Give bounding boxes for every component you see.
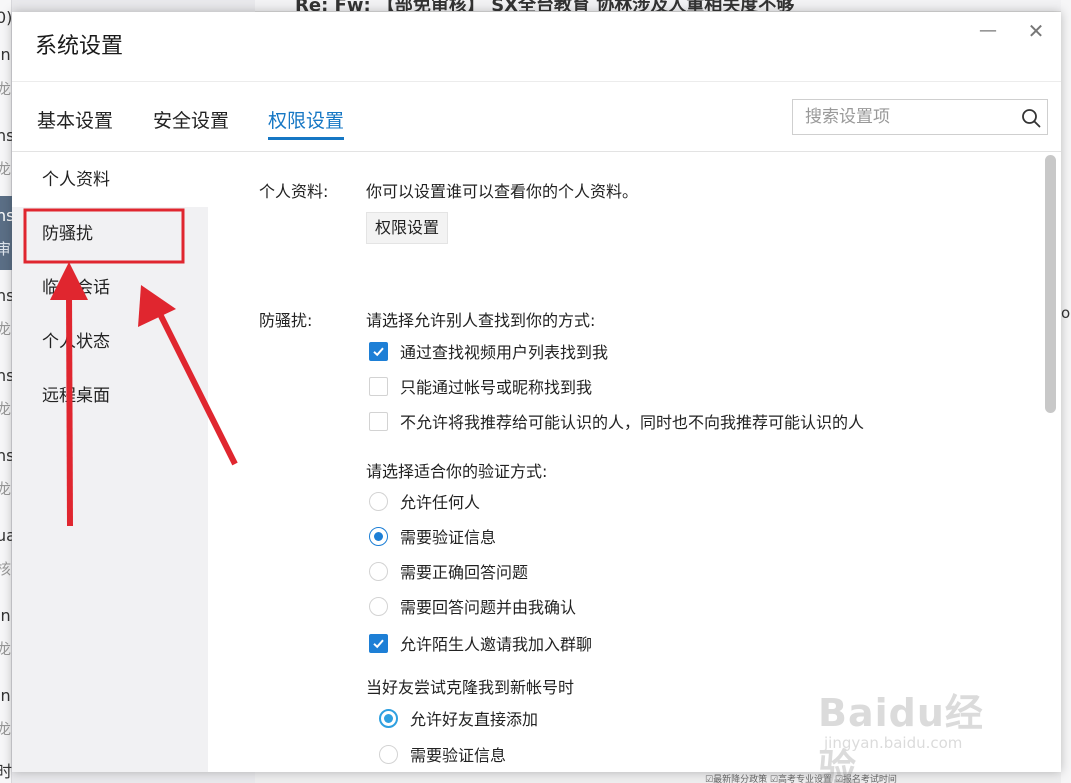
background-window-title-strip: Re: Fw: 【部免审核】 SX全台教育 协林涉及人重相关度不够 — [255, 0, 1071, 12]
checkbox-checked[interactable] — [369, 633, 388, 653]
find-option-account-only[interactable]: 只能通过帐号或昵称找到我 — [369, 373, 592, 399]
background-window-left-edge: 0) in 龙 ns 龙 ns 审 ns 龙 ns 龙 ns 龙 ua 核 in… — [0, 0, 12, 783]
background-text: 龙 — [0, 400, 12, 418]
radio-selected[interactable] — [369, 526, 388, 546]
title-bar: 系统设置 — ✕ — [12, 12, 1061, 82]
sidebar-item-anti-harassment[interactable]: 防骚扰 — [12, 207, 208, 261]
background-text: 龙 — [0, 160, 12, 178]
tab-permission-settings[interactable]: 权限设置 — [268, 106, 345, 140]
option-label: 需要验证信息 — [400, 528, 497, 547]
radio-unselected[interactable] — [369, 491, 388, 511]
checkbox-unchecked[interactable] — [369, 411, 388, 431]
group-invite-option[interactable]: 允许陌生人邀请我加入群聊 — [369, 630, 592, 656]
background-text: 核 — [0, 560, 12, 578]
find-option-no-recommend[interactable]: 不允许将我推荐给可能认识的人，同时也不向我推荐可能认识的人 — [369, 408, 864, 434]
verify-option-correct-answer[interactable]: 需要正确回答问题 — [369, 558, 528, 584]
clone-prompt: 当好友尝试克隆我到新帐号时 — [366, 678, 575, 697]
background-text: 审 — [0, 240, 12, 258]
background-text: o.c — [1061, 304, 1071, 322]
search-input[interactable] — [793, 100, 1013, 134]
settings-sidebar: 个人资料 防骚扰 临时会话 个人状态 远程桌面 — [12, 153, 208, 772]
close-button[interactable]: ✕ — [1022, 18, 1050, 46]
background-text: 龙 — [0, 80, 12, 98]
verify-method-prompt: 请选择适合你的验证方式: — [366, 462, 548, 481]
sidebar-item-remote-desktop[interactable]: 远程桌面 — [12, 369, 208, 423]
watermark-brand: Baidu经验 — [818, 691, 984, 783]
radio-selected[interactable] — [379, 708, 398, 728]
background-text: 龙 — [0, 320, 12, 338]
minimize-button[interactable]: — — [974, 18, 1002, 46]
background-text: in — [0, 686, 11, 705]
watermark-url: jingyan.baidu.com — [824, 734, 963, 752]
background-text: ns — [0, 366, 12, 385]
background-title: Re: Fw: 【部免审核】 SX全台教育 协林涉及人重相关度不够 — [295, 0, 795, 12]
baidu-watermark: Baidu经验 jingyan.baidu.com — [818, 668, 1018, 783]
option-label: 需要正确回答问题 — [400, 563, 529, 582]
background-text: 0) — [0, 8, 12, 27]
find-method-prompt: 请选择允许别人查找到你的方式: — [366, 311, 596, 330]
content-scrollbar[interactable] — [1045, 155, 1056, 413]
background-text: ns — [0, 126, 12, 145]
option-label: 允许好友直接添加 — [410, 710, 539, 729]
background-text: 龙 — [0, 640, 12, 658]
radio-unselected[interactable] — [369, 596, 388, 616]
background-text: ns — [0, 286, 12, 305]
checkbox-unchecked[interactable] — [369, 376, 388, 396]
profile-section-label: 个人资料: — [259, 182, 329, 201]
tab-basic-settings[interactable]: 基本设置 — [37, 106, 113, 140]
background-text: 龙 — [0, 480, 12, 498]
option-label: 允许任何人 — [400, 493, 481, 512]
search-box — [792, 99, 1048, 135]
permission-settings-button[interactable]: 权限设置 — [366, 212, 449, 244]
background-text: ns — [0, 446, 12, 465]
background-window-right-edge: o.c — [1061, 0, 1071, 783]
sidebar-item-profile[interactable]: 个人资料 — [12, 153, 208, 207]
radio-unselected[interactable] — [379, 744, 398, 764]
verify-option-anyone[interactable]: 允许任何人 — [369, 488, 480, 514]
verify-option-answer-confirm[interactable]: 需要回答问题并由我确认 — [369, 593, 576, 619]
option-label: 需要验证信息 — [410, 746, 507, 765]
clone-option-verify[interactable]: 需要验证信息 — [379, 741, 506, 767]
search-icon[interactable] — [1021, 108, 1041, 128]
tab-security-settings[interactable]: 安全设置 — [153, 106, 229, 140]
checkbox-checked[interactable] — [369, 341, 388, 361]
option-label: 通过查找视频用户列表找到我 — [400, 343, 609, 362]
radio-unselected[interactable] — [369, 561, 388, 581]
background-text: 龙 — [0, 720, 12, 738]
dialog-title: 系统设置 — [35, 34, 124, 59]
background-text: ua — [0, 526, 12, 545]
sidebar-item-status[interactable]: 个人状态 — [12, 315, 208, 369]
background-text: 时, — [0, 762, 12, 781]
verify-option-message[interactable]: 需要验证信息 — [369, 523, 496, 549]
settings-dialog: 系统设置 — ✕ 基本设置 安全设置 权限设置 个人资料 防骚扰 临时会话 个人… — [12, 12, 1061, 772]
sidebar-item-temp-session[interactable]: 临时会话 — [12, 261, 208, 315]
tab-bar: 基本设置 安全设置 权限设置 — [12, 82, 1061, 152]
option-label: 只能通过帐号或昵称找到我 — [400, 378, 593, 397]
option-label: 允许陌生人邀请我加入群聊 — [400, 635, 593, 654]
background-text: in — [0, 45, 11, 64]
option-label: 需要回答问题并由我确认 — [400, 598, 577, 617]
clone-option-direct-add[interactable]: 允许好友直接添加 — [379, 705, 538, 731]
option-label: 不允许将我推荐给可能认识的人，同时也不向我推荐可能认识的人 — [400, 413, 865, 432]
background-text: ns — [0, 206, 12, 225]
find-option-video-list[interactable]: 通过查找视频用户列表找到我 — [369, 338, 608, 364]
profile-description: 你可以设置谁可以查看你的个人资料。 — [366, 182, 639, 201]
anti-harassment-section-label: 防骚扰: — [259, 311, 313, 330]
background-text: in — [0, 606, 11, 625]
